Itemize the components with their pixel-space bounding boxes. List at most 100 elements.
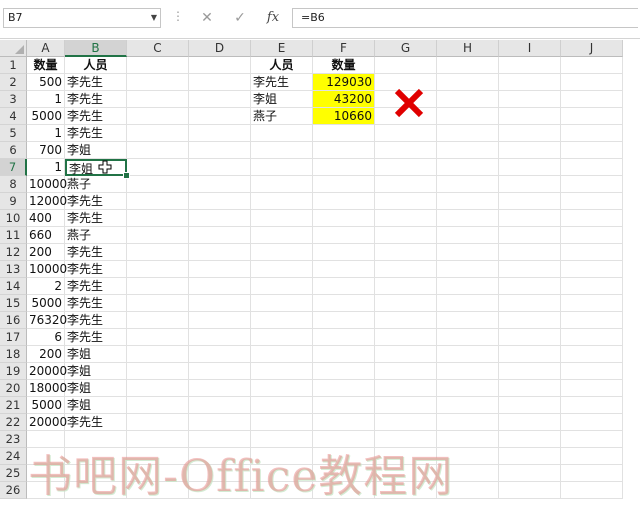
cell-a7[interactable]: 1 <box>27 159 65 176</box>
cell-j14[interactable] <box>561 278 623 295</box>
cell-a10[interactable]: 400 <box>27 210 65 227</box>
cell-d3[interactable] <box>189 91 251 108</box>
cell-h11[interactable] <box>437 227 499 244</box>
cell-j8[interactable] <box>561 176 623 193</box>
cell-j20[interactable] <box>561 380 623 397</box>
row-header-14[interactable]: 14 <box>0 278 27 295</box>
cell-e16[interactable] <box>251 312 313 329</box>
cell-h2[interactable] <box>437 74 499 91</box>
cell-j2[interactable] <box>561 74 623 91</box>
cell-j11[interactable] <box>561 227 623 244</box>
cell-g12[interactable] <box>375 244 437 261</box>
cell-h14[interactable] <box>437 278 499 295</box>
cell-d21[interactable] <box>189 397 251 414</box>
cell-b21[interactable]: 李姐 <box>65 397 127 414</box>
row-header-19[interactable]: 19 <box>0 363 27 380</box>
cell-a16[interactable]: 76320 <box>27 312 67 329</box>
cell-d22[interactable] <box>189 414 251 431</box>
cell-e17[interactable] <box>251 329 313 346</box>
formula-input[interactable]: =B6 <box>292 8 638 28</box>
cell-f8[interactable] <box>313 176 375 193</box>
cell-j9[interactable] <box>561 193 623 210</box>
column-header-h[interactable]: H <box>437 40 499 57</box>
cell-b11[interactable]: 燕子 <box>65 227 127 244</box>
cell-b10[interactable]: 李先生 <box>65 210 127 227</box>
cell-i22[interactable] <box>499 414 561 431</box>
cell-d17[interactable] <box>189 329 251 346</box>
cell-i15[interactable] <box>499 295 561 312</box>
cell-f14[interactable] <box>313 278 375 295</box>
cell-a14[interactable]: 2 <box>27 278 65 295</box>
cell-a21[interactable]: 5000 <box>27 397 65 414</box>
cell-d5[interactable] <box>189 125 251 142</box>
cell-g13[interactable] <box>375 261 437 278</box>
cell-d1[interactable] <box>189 57 251 74</box>
cell-b1[interactable]: 人员 <box>65 57 127 74</box>
cell-g19[interactable] <box>375 363 437 380</box>
cell-a1[interactable]: 数量 <box>27 57 65 74</box>
cell-i9[interactable] <box>499 193 561 210</box>
cell-j7[interactable] <box>561 159 623 176</box>
cell-g10[interactable] <box>375 210 437 227</box>
cell-a6[interactable]: 700 <box>27 142 65 159</box>
cell-b6[interactable]: 李姐 <box>65 142 127 159</box>
cell-e6[interactable] <box>251 142 313 159</box>
row-header-3[interactable]: 3 <box>0 91 27 108</box>
row-header-22[interactable]: 22 <box>0 414 27 431</box>
cell-g1[interactable] <box>375 57 437 74</box>
row-header-12[interactable]: 12 <box>0 244 27 261</box>
cell-a12[interactable]: 200 <box>27 244 65 261</box>
cell-i17[interactable] <box>499 329 561 346</box>
column-header-b[interactable]: B <box>65 40 127 57</box>
row-header-25[interactable]: 25 <box>0 465 27 482</box>
cell-e7[interactable] <box>251 159 313 176</box>
cell-b9[interactable]: 李先生 <box>65 193 127 210</box>
cell-g6[interactable] <box>375 142 437 159</box>
row-header-15[interactable]: 15 <box>0 295 27 312</box>
cell-f22[interactable] <box>313 414 375 431</box>
cell-d18[interactable] <box>189 346 251 363</box>
cell-b20[interactable]: 李姐 <box>65 380 127 397</box>
row-header-8[interactable]: 8 <box>0 176 27 193</box>
cell-a20[interactable]: 18000 <box>27 380 67 397</box>
cell-j5[interactable] <box>561 125 623 142</box>
fill-handle[interactable] <box>123 172 130 179</box>
cell-a2[interactable]: 500 <box>27 74 65 91</box>
cell-c10[interactable] <box>127 210 189 227</box>
cell-g8[interactable] <box>375 176 437 193</box>
cell-h18[interactable] <box>437 346 499 363</box>
cell-d16[interactable] <box>189 312 251 329</box>
cell-j10[interactable] <box>561 210 623 227</box>
cell-b8[interactable]: 燕子 <box>65 176 127 193</box>
cell-f9[interactable] <box>313 193 375 210</box>
cell-c15[interactable] <box>127 295 189 312</box>
row-header-18[interactable]: 18 <box>0 346 27 363</box>
cell-e9[interactable] <box>251 193 313 210</box>
cell-c6[interactable] <box>127 142 189 159</box>
cell-g18[interactable] <box>375 346 437 363</box>
cell-a18[interactable]: 200 <box>27 346 65 363</box>
cell-h17[interactable] <box>437 329 499 346</box>
cell-g5[interactable] <box>375 125 437 142</box>
cell-f21[interactable] <box>313 397 375 414</box>
cell-g7[interactable] <box>375 159 437 176</box>
cell-e15[interactable] <box>251 295 313 312</box>
chevron-down-icon[interactable]: ▼ <box>151 9 157 27</box>
row-header-13[interactable]: 13 <box>0 261 27 278</box>
cell-e3[interactable]: 李姐 <box>251 91 313 108</box>
cell-i4[interactable] <box>499 108 561 125</box>
cell-i25[interactable] <box>499 465 561 482</box>
cell-j1[interactable] <box>561 57 623 74</box>
cell-e21[interactable] <box>251 397 313 414</box>
cell-a4[interactable]: 5000 <box>27 108 65 125</box>
cell-i1[interactable] <box>499 57 561 74</box>
cell-f19[interactable] <box>313 363 375 380</box>
cell-c18[interactable] <box>127 346 189 363</box>
select-all-button[interactable] <box>0 40 27 57</box>
cell-c13[interactable] <box>127 261 189 278</box>
column-header-c[interactable]: C <box>127 40 189 57</box>
cell-c1[interactable] <box>127 57 189 74</box>
cell-g15[interactable] <box>375 295 437 312</box>
row-header-26[interactable]: 26 <box>0 482 27 499</box>
cell-d9[interactable] <box>189 193 251 210</box>
